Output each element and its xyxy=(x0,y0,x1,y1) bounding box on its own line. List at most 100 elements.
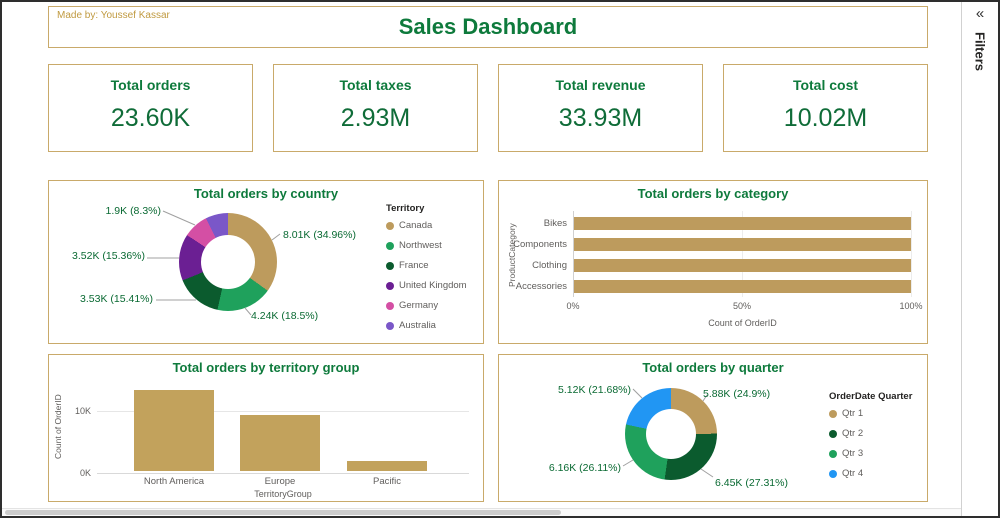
chart-title: Total orders by country xyxy=(193,186,339,201)
filters-pane-title: Filters xyxy=(972,32,988,72)
donut-hole xyxy=(646,409,696,459)
bar-pacific[interactable] xyxy=(347,461,427,471)
legend-title: Territory xyxy=(386,203,425,214)
chart-title: Total orders by category xyxy=(637,186,789,201)
legend-label: Canada xyxy=(399,220,433,231)
legend-marker xyxy=(386,241,394,250)
x-tick: 0% xyxy=(566,301,580,311)
legend-marker xyxy=(386,301,394,310)
kpi-card-total-taxes[interactable]: Total taxes 2.93M xyxy=(273,64,478,152)
legend-label: Qtr 4 xyxy=(842,468,864,479)
legend-marker xyxy=(386,281,394,290)
bar-europe[interactable] xyxy=(240,415,320,471)
legend-item-qtr1[interactable]: Qtr 1 xyxy=(829,408,912,419)
kpi-title: Total cost xyxy=(792,77,859,93)
kpi-card-total-cost[interactable]: Total cost 10.02M xyxy=(723,64,928,152)
bar-north-america[interactable] xyxy=(134,390,214,471)
kpi-row: Total orders 23.60K Total taxes 2.93M To… xyxy=(48,64,928,152)
legend-item-germany[interactable]: Germany xyxy=(386,300,467,311)
kpi-value: 33.93M xyxy=(558,104,643,132)
category-label-accessories: Accessories xyxy=(515,281,567,292)
kpi-card-total-revenue[interactable]: Total revenue 33.93M xyxy=(498,64,703,152)
legend-marker xyxy=(386,221,394,230)
chart-orders-by-country[interactable]: Total orders by country 8.01K (34.96%) 4… xyxy=(48,180,484,344)
bar-accessories[interactable] xyxy=(574,280,911,293)
bar-components[interactable] xyxy=(574,238,911,251)
horizontal-scrollbar[interactable] xyxy=(2,508,961,516)
kpi-title: Total taxes xyxy=(339,77,412,93)
legend-title: OrderDate Quarter xyxy=(829,391,913,402)
legend-item-qtr2[interactable]: Qtr 2 xyxy=(829,428,912,439)
legend-marker xyxy=(386,261,394,270)
legend-label: United Kingdom xyxy=(399,280,467,291)
category-label-europe: Europe xyxy=(264,476,296,487)
legend-orderdate-quarter: OrderDate Quarter Qtr 1 Qtr 2 Qtr 3 Qtr … xyxy=(829,391,912,488)
legend-marker xyxy=(829,409,837,418)
y-axis-title: Count of OrderID xyxy=(53,394,63,460)
data-label-france: 3.53K (15.41%) xyxy=(80,293,153,305)
data-label-qtr2: 6.45K (27.31%) xyxy=(715,477,788,489)
legend-item-united-kingdom[interactable]: United Kingdom xyxy=(386,280,467,291)
chart-title: Total orders by quarter xyxy=(642,360,784,375)
category-label-bikes: Bikes xyxy=(543,218,567,229)
data-label-canada: 8.01K (34.96%) xyxy=(283,229,356,241)
kpi-title: Total orders xyxy=(110,77,191,93)
kpi-value: 10.02M xyxy=(783,104,868,132)
category-label-north-america: North America xyxy=(143,476,205,487)
legend-territory: Territory Canada Northwest France United… xyxy=(386,203,467,340)
donut-chart-quarter[interactable] xyxy=(625,388,717,480)
kpi-value: 23.60K xyxy=(110,104,191,132)
data-label-qtr3: 6.16K (26.11%) xyxy=(548,462,621,474)
header-panel[interactable]: Made by: Youssef Kassar Sales Dashboard xyxy=(48,6,928,48)
category-label-components: Components xyxy=(513,239,567,250)
donut-chart-country[interactable] xyxy=(179,213,277,311)
legend-item-qtr3[interactable]: Qtr 3 xyxy=(829,448,912,459)
gridline xyxy=(911,211,912,297)
y-tick: 0K xyxy=(79,468,91,478)
kpi-card-total-orders[interactable]: Total orders 23.60K xyxy=(48,64,253,152)
legend-label: Qtr 3 xyxy=(842,448,864,459)
collapse-pane-icon[interactable]: « xyxy=(976,2,984,22)
category-label-pacific: Pacific xyxy=(373,476,401,487)
filters-pane[interactable]: « Filters xyxy=(961,2,998,516)
legend-item-australia[interactable]: Australia xyxy=(386,320,467,331)
data-label-germany: 1.9K (8.3%) xyxy=(105,205,161,217)
kpi-title: Total revenue xyxy=(555,77,646,93)
page-title: Sales Dashboard xyxy=(398,14,578,39)
scrollbar-handle[interactable] xyxy=(5,510,562,515)
legend-label: Northwest xyxy=(399,240,442,251)
x-axis-title: Count of OrderID xyxy=(708,318,777,328)
legend-marker xyxy=(386,321,394,330)
legend-item-france[interactable]: France xyxy=(386,260,467,271)
legend-label: France xyxy=(399,260,429,271)
axis-baseline xyxy=(97,473,469,474)
report-window: Made by: Youssef Kassar Sales Dashboard … xyxy=(0,0,1000,518)
bar-bikes[interactable] xyxy=(574,217,911,230)
chart-orders-by-quarter[interactable]: Total orders by quarter 5.88K (24.9%) 6.… xyxy=(498,354,928,502)
made-by-text: Made by: Youssef Kassar xyxy=(57,10,170,21)
x-tick: 100% xyxy=(899,301,923,311)
legend-item-canada[interactable]: Canada xyxy=(386,220,467,231)
chart-orders-by-territory-group[interactable]: Total orders by territory group Count of… xyxy=(48,354,484,502)
data-label-qtr4: 5.12K (21.68%) xyxy=(558,384,631,396)
legend-item-qtr4[interactable]: Qtr 4 xyxy=(829,468,912,479)
chart-orders-by-category[interactable]: Total orders by category ProductCategory… xyxy=(498,180,928,344)
legend-marker xyxy=(829,429,837,438)
legend-item-northwest[interactable]: Northwest xyxy=(386,240,467,251)
y-tick: 10K xyxy=(74,406,91,416)
legend-label: Qtr 1 xyxy=(842,408,864,419)
legend-label: Australia xyxy=(399,320,436,331)
category-label-clothing: Clothing xyxy=(532,260,567,271)
legend-label: Qtr 2 xyxy=(842,428,864,439)
bar-clothing[interactable] xyxy=(574,259,911,272)
x-axis-title: TerritoryGroup xyxy=(254,489,312,499)
legend-marker xyxy=(829,449,837,458)
data-label-qtr1: 5.88K (24.9%) xyxy=(703,388,771,400)
legend-label: Germany xyxy=(399,300,439,311)
data-label-united-kingdom: 3.52K (15.36%) xyxy=(72,250,145,262)
legend-marker xyxy=(829,469,837,478)
kpi-value: 2.93M xyxy=(340,104,411,132)
chart-title: Total orders by territory group xyxy=(172,360,360,375)
donut-hole xyxy=(201,235,255,289)
x-tick: 50% xyxy=(732,301,751,311)
